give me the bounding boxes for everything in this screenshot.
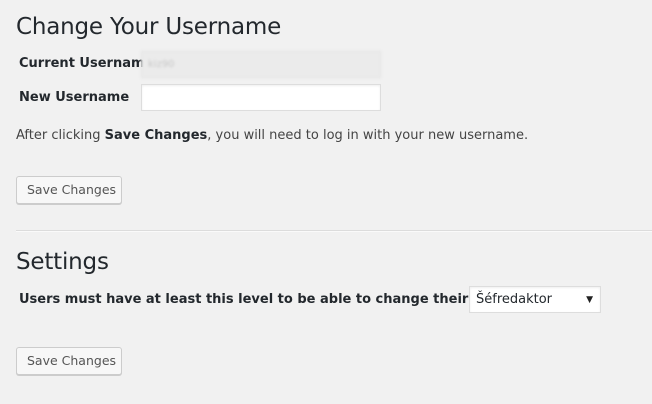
new-username-input[interactable] <box>141 84 381 111</box>
section-divider <box>16 230 652 232</box>
save-note: After clicking Save Changes, you will ne… <box>16 127 528 145</box>
settings-title: Settings <box>16 249 109 275</box>
level-selected-value: Šéfredaktor <box>476 292 553 307</box>
chevron-down-icon: ▼ <box>586 295 593 305</box>
level-select[interactable]: Šéfredaktor ▼ <box>469 286 601 313</box>
save-note-suffix: , you will need to log in with your new … <box>207 128 529 143</box>
save-note-bold: Save Changes <box>104 128 208 143</box>
level-label: Users must have at least this level to b… <box>19 292 546 307</box>
save-changes-button-settings[interactable]: Save Changes <box>16 347 122 375</box>
save-changes-button-username[interactable]: Save Changes <box>16 176 122 204</box>
current-username-field: kiz90 <box>141 51 381 78</box>
page-title-change-username: Change Your Username <box>16 14 282 40</box>
new-username-label: New Username <box>19 90 130 105</box>
current-username-label: Current Username <box>19 56 154 71</box>
save-note-prefix: After clicking <box>16 128 105 143</box>
